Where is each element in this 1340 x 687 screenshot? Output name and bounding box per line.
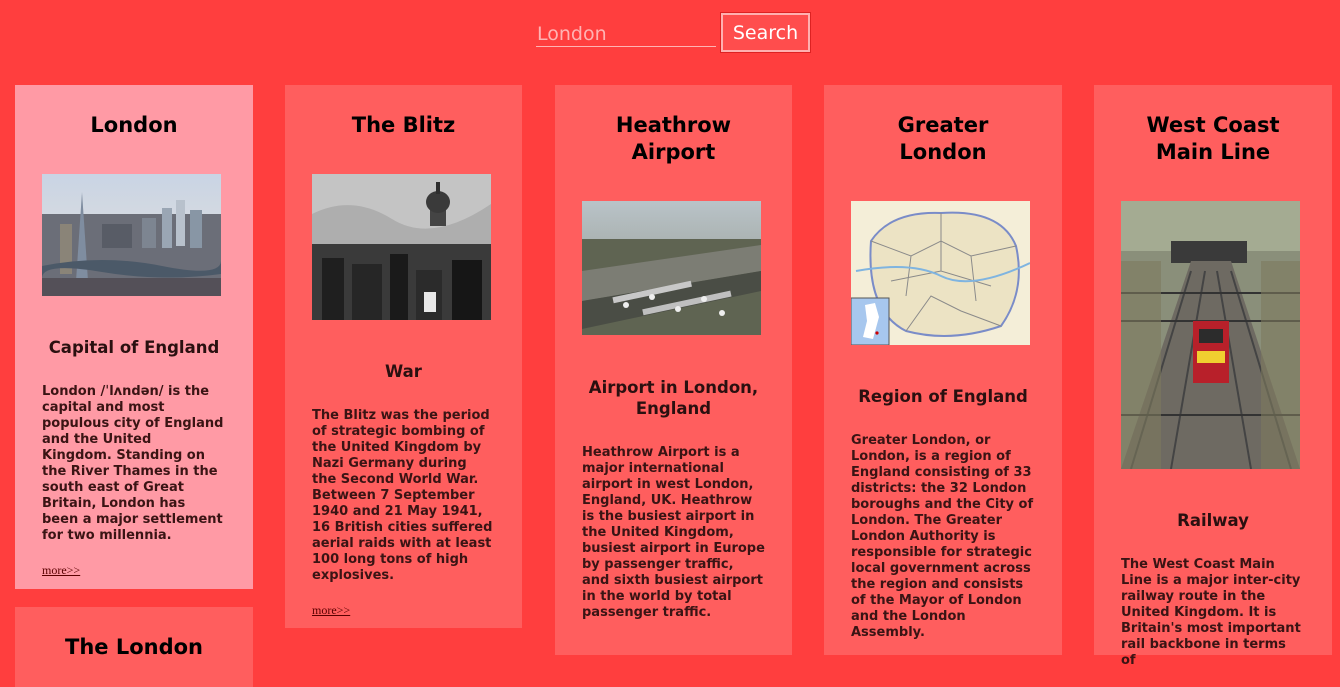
- result-card-heathrow-airport[interactable]: Heathrow Airport Airport in London, Engl…: [555, 85, 792, 655]
- result-card-the-london[interactable]: The London: [15, 607, 253, 687]
- result-card-the-blitz[interactable]: The Blitz War The Blitz was the period o…: [285, 85, 522, 628]
- railway-train-image: [1121, 201, 1300, 469]
- result-card-greater-london[interactable]: Greater London Region of England Greater…: [824, 85, 1062, 655]
- card-title: Greater London: [897, 113, 989, 164]
- card-description: The West Coast Main Line is a major inte…: [1121, 557, 1301, 668]
- card-title: West Coast Main Line: [1146, 113, 1280, 164]
- card-description: The Blitz was the period of strategic bo…: [312, 408, 493, 583]
- card-subtitle: Airport in London, England: [588, 378, 759, 418]
- greater-london-map-image: [851, 201, 1030, 345]
- card-subtitle: War: [385, 362, 422, 381]
- search-button[interactable]: Search: [720, 12, 811, 53]
- card-description: Greater London, or London, is a region o…: [851, 433, 1034, 640]
- card-title: The Blitz: [351, 113, 456, 137]
- card-title: The London: [65, 635, 203, 659]
- card-description: Heathrow Airport is a major internationa…: [582, 445, 765, 620]
- st-pauls-blitz-image: [312, 174, 491, 320]
- more-link[interactable]: more>>: [42, 563, 80, 578]
- card-subtitle: Railway: [1177, 511, 1249, 530]
- card-subtitle: Region of England: [858, 387, 1028, 406]
- card-subtitle: Capital of England: [48, 338, 220, 357]
- card-description: London /ˈlʌndən/ is the capital and most…: [42, 384, 224, 543]
- heathrow-aerial-image: [582, 201, 761, 335]
- card-title: Heathrow Airport: [615, 113, 732, 164]
- result-card-london[interactable]: London Capital of England London /ˈlʌndə…: [15, 85, 253, 589]
- london-skyline-image: [42, 174, 221, 296]
- result-card-west-coast-main-line[interactable]: West Coast Main Line Railway The West Co…: [1094, 85, 1332, 668]
- more-link[interactable]: more>>: [312, 603, 350, 618]
- card-title: London: [90, 113, 178, 137]
- search-input[interactable]: [536, 21, 716, 47]
